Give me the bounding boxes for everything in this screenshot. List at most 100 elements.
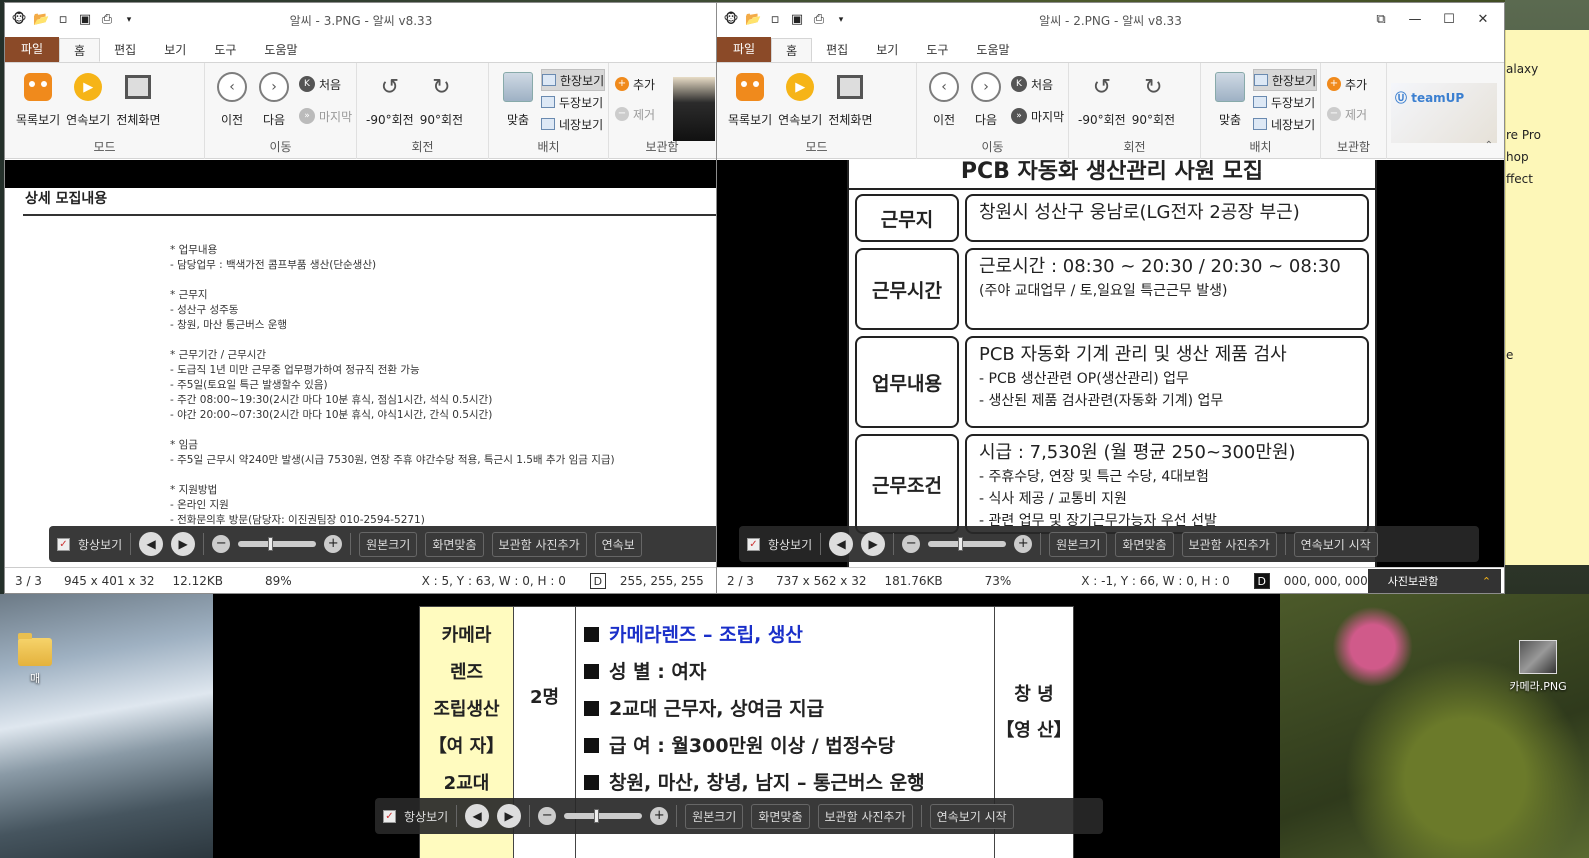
sticky-note[interactable]: alaxy re Pro hop ffect e — [1505, 30, 1589, 565]
original-size-button[interactable]: 원본크기 — [359, 531, 418, 557]
arrow-left-icon[interactable]: ◀ — [829, 532, 854, 556]
storage-add-button[interactable]: + 추가 — [1327, 73, 1367, 95]
fullscreen-viewer[interactable]: 카메라 렌즈 조립생산 【여 자】 2교대 2명 카메라렌즈 – 조립, 생산 성 별 :… — [213, 594, 1280, 858]
quick-access-menu-icon[interactable]: ▾ — [833, 13, 849, 27]
add-to-storage-button[interactable]: 보관함 사진추가 — [491, 531, 587, 557]
fullscreen-button[interactable]: 전체화면 — [828, 69, 873, 128]
start-slideshow-button[interactable]: 연속보기 시작 — [1293, 531, 1378, 557]
fit-screen-button[interactable]: 화면맞춤 — [1115, 531, 1174, 557]
print-icon[interactable]: ⎙ — [811, 13, 827, 27]
desktop-folder[interactable]: 매 — [10, 633, 60, 686]
prev-button[interactable]: ‹ 이전 — [214, 69, 250, 128]
arrow-left-icon[interactable]: ◀ — [465, 804, 490, 828]
zoom-slider[interactable] — [564, 809, 643, 823]
image-canvas[interactable]: 상세 모집내용 * 업무내용 - 담당업무 : 백색가전 콤프부품 생산(단순생산… — [5, 160, 717, 568]
tab-view[interactable]: 보기 — [862, 38, 912, 62]
print-icon[interactable]: ⎙ — [99, 13, 115, 27]
title-bar[interactable]: 🐵 📂 ▫ ▣ ⎙ ▾ 알씨 - 2.PNG - 알씨 v8.33 ⧉ — ☐ … — [717, 3, 1504, 37]
last-button[interactable]: » 마지막 — [299, 105, 352, 127]
double-view-option[interactable]: 두장보기 — [1253, 91, 1317, 113]
tab-help[interactable]: 도움말 — [250, 38, 311, 62]
rotate-right-button[interactable]: ↻ 90°회전 — [1132, 69, 1175, 128]
always-on-checkbox[interactable]: ✓ — [383, 809, 396, 823]
storage-panel-toggle[interactable]: 사진보관함 ⌃ — [1367, 568, 1502, 593]
tab-file[interactable]: 파일 — [717, 36, 772, 62]
start-slideshow-button[interactable]: 연속보기 시작 — [929, 803, 1014, 829]
arrow-right-icon[interactable]: ▶ — [171, 532, 196, 556]
quad-view-option[interactable]: 네장보기 — [541, 113, 605, 135]
tab-help[interactable]: 도움말 — [962, 38, 1023, 62]
fullscreen-button[interactable]: 전체화면 — [116, 69, 161, 128]
new-icon[interactable]: ▫ — [767, 13, 783, 27]
new-icon[interactable]: ▫ — [55, 13, 71, 27]
add-to-storage-button[interactable]: 보관함 사진추가 — [817, 803, 913, 829]
save-icon[interactable]: ▣ — [789, 13, 805, 27]
single-view-option[interactable]: 한장보기 — [541, 69, 606, 91]
zoom-slider-handle[interactable] — [594, 809, 600, 823]
zoom-slider[interactable] — [238, 537, 317, 551]
save-icon[interactable]: ▣ — [77, 13, 93, 27]
quad-view-option[interactable]: 네장보기 — [1253, 113, 1317, 135]
storage-add-button[interactable]: + 추가 — [615, 73, 655, 95]
close-icon[interactable]: ✕ — [1466, 7, 1500, 33]
next-button[interactable]: › 다음 — [256, 69, 292, 128]
next-button[interactable]: › 다음 — [968, 69, 1004, 128]
slideshow-button[interactable]: ▶ 연속보기 — [778, 69, 822, 128]
zoom-in-icon[interactable]: + — [324, 535, 343, 553]
minimize-icon[interactable]: — — [1398, 7, 1432, 33]
rotate-left-button[interactable]: ↺ -90°회전 — [366, 69, 414, 128]
desktop-file-camera[interactable]: 카메라.PNG — [1500, 640, 1576, 694]
add-to-storage-button[interactable]: 보관함 사진추가 — [1181, 531, 1277, 557]
zoom-slider-handle[interactable] — [268, 537, 274, 551]
fit-button[interactable]: 맞춤 — [1212, 69, 1248, 128]
viewer-window-2png[interactable]: 🐵 📂 ▫ ▣ ⎙ ▾ 알씨 - 2.PNG - 알씨 v8.33 ⧉ — ☐ … — [716, 2, 1505, 594]
zoom-slider[interactable] — [928, 537, 1007, 551]
image-canvas[interactable]: PCB 자동화 생산관리 사원 모집 근무지 창원시 성산구 웅남로(LG전자 2… — [717, 160, 1504, 568]
tab-home[interactable]: 홈 — [771, 38, 813, 62]
open-folder-icon[interactable]: 📂 — [745, 13, 761, 27]
quick-access-menu-icon[interactable]: ▾ — [121, 13, 137, 27]
open-folder-icon[interactable]: 📂 — [33, 13, 49, 27]
rotate-right-button[interactable]: ↻ 90°회전 — [420, 69, 463, 128]
always-on-checkbox[interactable]: ✓ — [747, 537, 760, 551]
ad-banner[interactable]: Ⓤ teamUP ⌃ — [1387, 63, 1499, 153]
tab-file[interactable]: 파일 — [5, 36, 60, 62]
original-size-button[interactable]: 원본크기 — [685, 803, 744, 829]
zoom-slider-handle[interactable] — [958, 537, 964, 551]
title-bar[interactable]: 🐵 📂 ▫ ▣ ⎙ ▾ 알씨 - 3.PNG - 알씨 v8.33 — [5, 3, 717, 37]
tab-home[interactable]: 홈 — [59, 38, 101, 62]
tab-view[interactable]: 보기 — [150, 38, 200, 62]
zoom-out-icon[interactable]: − — [902, 535, 921, 553]
maximize-icon[interactable]: ☐ — [1432, 7, 1466, 33]
storage-thumbnail[interactable] — [673, 77, 715, 141]
start-slideshow-button[interactable]: 연속보 — [594, 531, 642, 557]
chevron-up-icon[interactable]: ⌃ — [1485, 140, 1493, 151]
tab-edit[interactable]: 편집 — [812, 38, 862, 62]
zoom-out-icon[interactable]: − — [538, 807, 557, 825]
always-on-checkbox[interactable]: ✓ — [57, 537, 70, 551]
fit-screen-button[interactable]: 화면맞춤 — [425, 531, 484, 557]
tab-tools[interactable]: 도구 — [912, 38, 962, 62]
fit-screen-button[interactable]: 화면맞춤 — [751, 803, 810, 829]
double-view-option[interactable]: 두장보기 — [541, 91, 605, 113]
storage-remove-button[interactable]: − 제거 — [1327, 103, 1367, 125]
fit-button[interactable]: 맞춤 — [500, 69, 536, 128]
tab-tools[interactable]: 도구 — [200, 38, 250, 62]
prev-button[interactable]: ‹ 이전 — [926, 69, 962, 128]
single-view-option[interactable]: 한장보기 — [1253, 69, 1318, 91]
tab-edit[interactable]: 편집 — [100, 38, 150, 62]
arrow-right-icon[interactable]: ▶ — [497, 804, 522, 828]
arrow-right-icon[interactable]: ▶ — [861, 532, 886, 556]
list-view-button[interactable]: 목록보기 — [16, 69, 60, 128]
zoom-in-icon[interactable]: + — [1014, 535, 1033, 553]
first-button[interactable]: K 처음 — [1011, 73, 1064, 95]
restore-icon[interactable]: ⧉ — [1364, 7, 1398, 33]
slideshow-button[interactable]: ▶ 연속보기 — [66, 69, 110, 128]
rotate-left-button[interactable]: ↺ -90°회전 — [1078, 69, 1126, 128]
storage-remove-button[interactable]: − 제거 — [615, 103, 655, 125]
viewer-window-3png[interactable]: 🐵 📂 ▫ ▣ ⎙ ▾ 알씨 - 3.PNG - 알씨 v8.33 파일 홈 편… — [4, 2, 718, 594]
zoom-out-icon[interactable]: − — [212, 535, 231, 553]
original-size-button[interactable]: 원본크기 — [1049, 531, 1108, 557]
list-view-button[interactable]: 목록보기 — [728, 69, 772, 128]
first-button[interactable]: K 처음 — [299, 73, 352, 95]
